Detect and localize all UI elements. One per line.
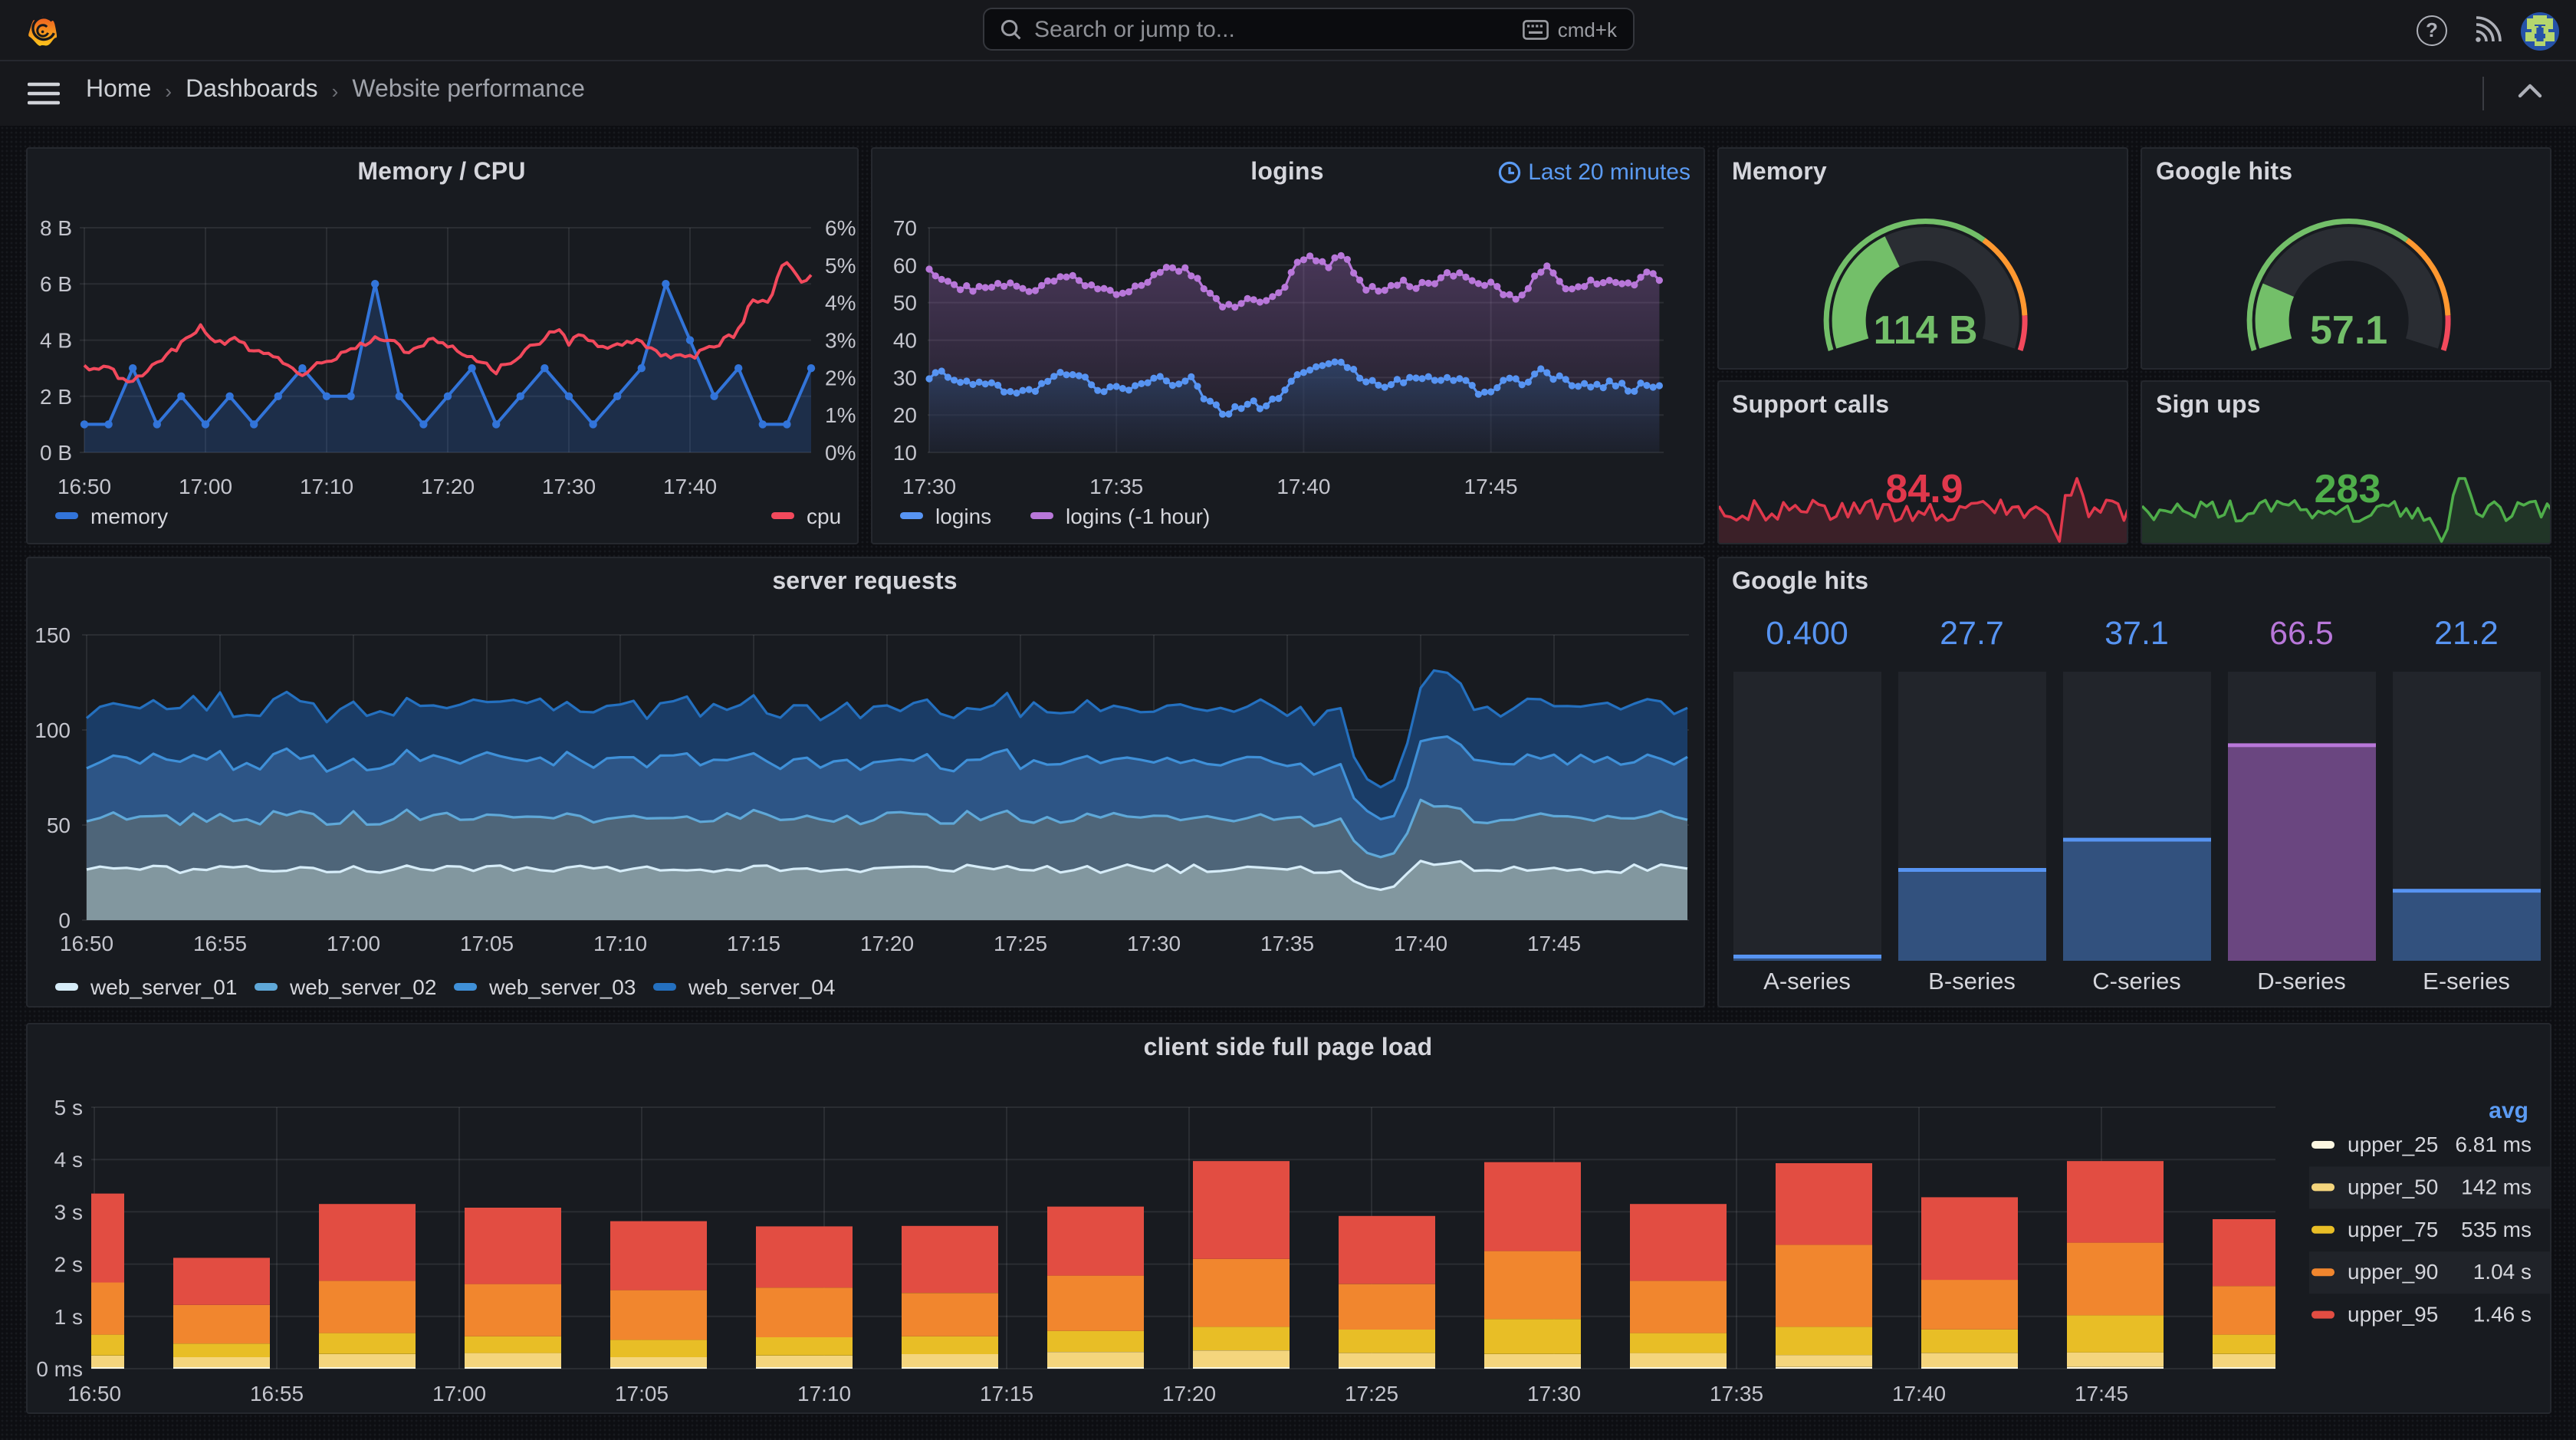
svg-text:150: 150 [34,623,70,646]
svg-text:17:30: 17:30 [1126,931,1180,955]
svg-text:web_server_02: web_server_02 [288,975,435,998]
svg-text:40: 40 [892,329,916,353]
svg-text:16:55: 16:55 [249,1382,303,1405]
svg-text:6 B: 6 B [39,272,71,296]
svg-text:upper_95: upper_95 [2347,1303,2437,1327]
svg-text:17:15: 17:15 [726,931,780,955]
svg-text:20: 20 [892,403,916,427]
svg-text:114 B: 114 B [1873,308,1977,353]
svg-text:60: 60 [892,254,916,278]
svg-text:B-series: B-series [1927,967,2015,994]
svg-text:17:35: 17:35 [1709,1382,1763,1405]
svg-text:100: 100 [34,718,70,741]
svg-text:17:40: 17:40 [1891,1382,1945,1405]
svg-text:1 s: 1 s [54,1305,82,1329]
svg-text:3 s: 3 s [54,1200,82,1224]
svg-text:D-series: D-series [2256,967,2344,994]
svg-text:logins: logins [935,505,991,528]
svg-text:17:30: 17:30 [541,475,595,498]
svg-text:66.5: 66.5 [2269,614,2333,651]
svg-text:2 B: 2 B [39,385,71,409]
svg-text:17:25: 17:25 [1344,1382,1398,1405]
svg-text:E-series: E-series [2422,967,2509,994]
svg-text:16:55: 16:55 [192,931,246,955]
svg-text:17:45: 17:45 [2074,1382,2128,1405]
svg-text:0: 0 [58,908,70,932]
svg-text:21.2: 21.2 [2433,614,2498,651]
svg-text:17:05: 17:05 [614,1382,668,1405]
svg-text:cpu: cpu [806,505,840,528]
svg-text:5%: 5% [824,254,855,278]
svg-text:0 ms: 0 ms [35,1357,82,1381]
svg-text:web_server_01: web_server_01 [89,975,236,998]
svg-text:17:00: 17:00 [432,1382,485,1405]
svg-text:50: 50 [46,813,70,837]
svg-text:0%: 0% [824,441,855,465]
svg-text:2 s: 2 s [54,1253,82,1277]
svg-text:17:10: 17:10 [299,475,353,498]
svg-text:17:10: 17:10 [797,1382,850,1405]
svg-text:logins (-1 hour): logins (-1 hour) [1065,505,1209,528]
svg-text:17:10: 17:10 [593,931,646,955]
svg-text:27.7: 27.7 [1939,614,2003,651]
svg-text:84.9: 84.9 [1884,467,1962,511]
svg-text:upper_25: upper_25 [2347,1133,2437,1156]
svg-text:A-series: A-series [1763,967,1850,994]
svg-text:17:20: 17:20 [859,931,913,955]
svg-text:17:05: 17:05 [459,931,513,955]
svg-text:2%: 2% [824,366,855,390]
svg-text:17:00: 17:00 [326,931,380,955]
svg-text:70: 70 [892,216,916,240]
svg-text:17:30: 17:30 [1526,1382,1580,1405]
svg-text:16:50: 16:50 [59,931,113,955]
svg-text:3%: 3% [824,329,855,353]
svg-text:6%: 6% [824,216,855,240]
svg-text:16:50: 16:50 [67,1382,120,1405]
svg-text:4 s: 4 s [54,1148,82,1172]
svg-text:283: 283 [2315,467,2381,511]
svg-text:1.04 s: 1.04 s [2472,1260,2531,1284]
svg-text:6.81 ms: 6.81 ms [2454,1133,2531,1156]
svg-text:17:45: 17:45 [1464,475,1517,498]
svg-text:1%: 1% [824,403,855,427]
svg-text:1.46 s: 1.46 s [2472,1303,2531,1327]
svg-text:upper_75: upper_75 [2347,1218,2437,1241]
svg-text:17:40: 17:40 [662,475,716,498]
svg-text:17:40: 17:40 [1393,931,1447,955]
svg-text:4%: 4% [824,291,855,315]
svg-text:142 ms: 142 ms [2460,1175,2531,1198]
svg-text:17:00: 17:00 [178,475,232,498]
svg-text:30: 30 [892,366,916,390]
svg-text:upper_50: upper_50 [2347,1175,2437,1198]
svg-text:17:20: 17:20 [420,475,474,498]
svg-text:50: 50 [892,291,916,315]
svg-text:17:35: 17:35 [1089,475,1142,498]
svg-text:57.1: 57.1 [2310,308,2387,353]
svg-text:4 B: 4 B [39,329,71,353]
svg-text:0 B: 0 B [39,441,71,465]
svg-text:37.1: 37.1 [2104,614,2168,651]
svg-text:17:30: 17:30 [902,475,955,498]
svg-text:8 B: 8 B [39,216,71,240]
svg-text:web_server_04: web_server_04 [687,975,834,998]
svg-text:5 s: 5 s [54,1096,82,1119]
svg-text:17:20: 17:20 [1162,1382,1215,1405]
svg-text:10: 10 [892,441,916,465]
svg-text:C-series: C-series [2091,967,2180,994]
svg-text:web_server_03: web_server_03 [488,975,635,998]
svg-text:17:35: 17:35 [1260,931,1313,955]
svg-text:17:25: 17:25 [993,931,1046,955]
svg-text:upper_90: upper_90 [2347,1260,2437,1284]
svg-text:16:50: 16:50 [57,475,110,498]
svg-text:17:45: 17:45 [1526,931,1580,955]
svg-text:17:15: 17:15 [979,1382,1033,1405]
svg-text:17:40: 17:40 [1276,475,1329,498]
svg-text:memory: memory [90,505,167,528]
svg-text:535 ms: 535 ms [2460,1218,2531,1241]
svg-text:avg: avg [2488,1098,2528,1123]
svg-text:0.400: 0.400 [1765,614,1848,651]
